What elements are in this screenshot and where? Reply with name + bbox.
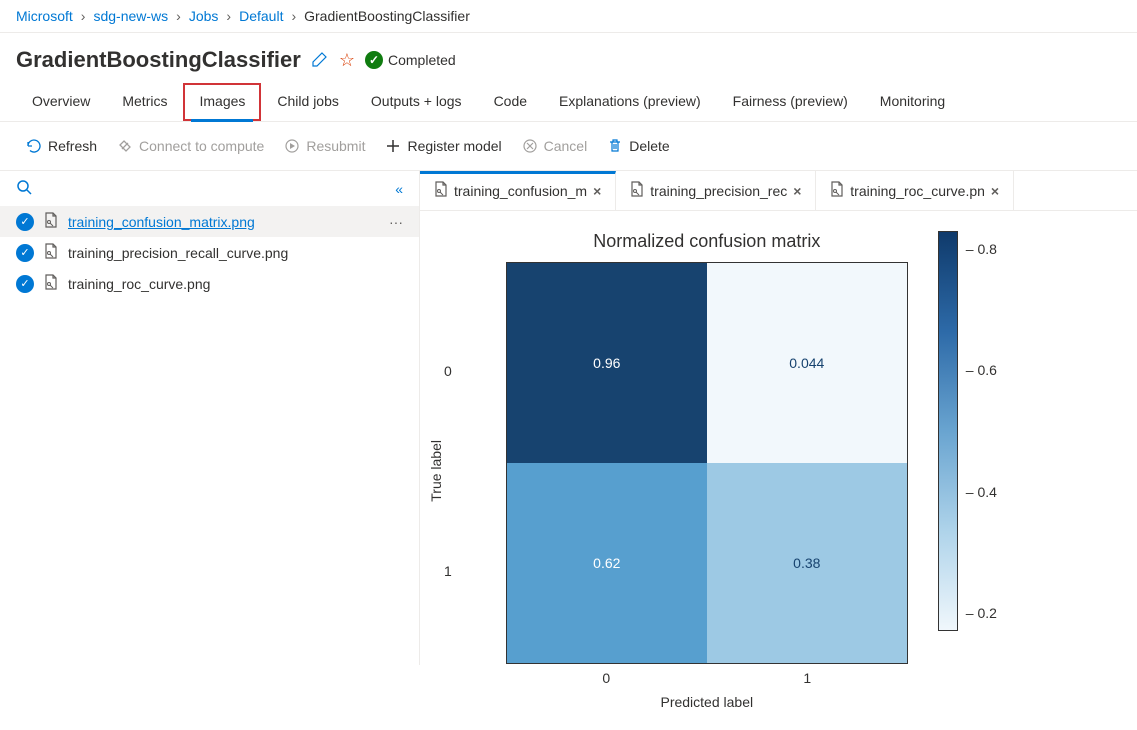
image-canvas: True label 0 1 Normalized confusion matr… [420,211,1137,730]
heatmap-cell: 0.044 [707,263,907,463]
file-tab[interactable]: training_confusion_m × [420,171,616,210]
file-name: training_confusion_matrix.png [68,214,255,230]
y-axis-ticks: 0 1 [444,271,460,671]
file-tab[interactable]: training_precision_rec × [616,171,816,210]
breadcrumb-link[interactable]: Jobs [189,8,219,24]
edit-icon[interactable] [311,50,329,71]
file-side-panel: « ✓ training_confusion_matrix.png ··· ✓ trai… [0,171,420,665]
tab-code[interactable]: Code [478,83,543,121]
file-list: ✓ training_confusion_matrix.png ··· ✓ traini… [0,206,419,299]
heatmap-cell: 0.38 [707,463,907,663]
heatmap-cell: 0.62 [507,463,707,663]
content-area: « ✓ training_confusion_matrix.png ··· ✓ trai… [0,171,1137,665]
action-toolbar: Refresh Connect to compute Resubmit Regi… [0,122,1137,171]
chevron-right-icon: › [226,8,231,24]
refresh-label: Refresh [48,138,97,154]
tab-metrics[interactable]: Metrics [106,83,183,121]
refresh-button[interactable]: Refresh [16,132,107,160]
delete-button[interactable]: Delete [597,132,679,160]
breadcrumb-link[interactable]: Microsoft [16,8,73,24]
tab-explanations-preview-[interactable]: Explanations (preview) [543,83,717,121]
search-icon[interactable] [16,179,32,198]
status-badge: ✓ Completed [365,51,456,69]
tab-child-jobs[interactable]: Child jobs [261,83,354,121]
chevron-right-icon: › [176,8,181,24]
colorbar-gradient [938,231,958,631]
cbar-tick: 0.6 [966,362,997,378]
tab-fairness-preview-[interactable]: Fairness (preview) [717,83,864,121]
chevron-right-icon: › [81,8,86,24]
register-model-button[interactable]: Register model [375,132,511,160]
colorbar: 0.8 0.6 0.4 0.2 [938,231,997,710]
file-row[interactable]: ✓ training_precision_recall_curve.png [0,237,419,268]
check-icon: ✓ [365,51,383,69]
x-axis-ticks: 0 1 [506,670,908,686]
tab-monitoring[interactable]: Monitoring [864,83,961,121]
file-tab[interactable]: training_roc_curve.pn × [816,171,1014,210]
x-axis-label: Predicted label [506,694,908,710]
favorite-icon[interactable]: ☆ [339,50,355,71]
image-file-icon [44,212,58,231]
image-file-icon [830,181,844,200]
file-tab-label: training_confusion_m [454,183,587,199]
check-icon: ✓ [16,244,34,262]
page-header: GradientBoostingClassifier ☆ ✓ Completed [0,33,1137,77]
cbar-tick: 0.2 [966,605,997,621]
more-icon[interactable]: ··· [389,214,403,230]
file-tab-label: training_roc_curve.pn [850,183,985,199]
x-tick: 1 [803,670,811,686]
close-icon[interactable]: × [991,183,999,199]
file-name: training_precision_recall_curve.png [68,245,288,261]
register-label: Register model [407,138,501,154]
chart-title: Normalized confusion matrix [506,231,908,252]
main-panel: training_confusion_m×training_precision_… [420,171,1137,665]
file-tabs: training_confusion_m×training_precision_… [420,171,1137,211]
confusion-matrix-chart: True label 0 1 Normalized confusion matr… [428,231,997,710]
tab-outputs-logs[interactable]: Outputs + logs [355,83,478,121]
chevron-right-icon: › [291,8,296,24]
file-row[interactable]: ✓ training_roc_curve.png [0,268,419,299]
y-axis-label: True label [428,440,444,502]
y-axis: True label 0 1 [428,231,476,710]
image-file-icon [434,181,448,200]
close-icon[interactable]: × [593,183,601,199]
collapse-panel-icon[interactable]: « [395,181,403,197]
file-tab-label: training_precision_rec [650,183,787,199]
cbar-tick: 0.8 [966,241,997,257]
connect-label: Connect to compute [139,138,264,154]
check-icon: ✓ [16,275,34,293]
image-file-icon [630,181,644,200]
resubmit-label: Resubmit [306,138,365,154]
cancel-label: Cancel [544,138,588,154]
connect-compute-button[interactable]: Connect to compute [107,132,274,160]
cbar-tick: 0.4 [966,484,997,500]
image-file-icon [44,243,58,262]
file-row[interactable]: ✓ training_confusion_matrix.png ··· [0,206,419,237]
breadcrumb-current: GradientBoostingClassifier [304,8,470,24]
cancel-button[interactable]: Cancel [512,132,598,160]
status-text: Completed [388,52,456,68]
breadcrumb-link[interactable]: sdg-new-ws [93,8,168,24]
tab-images[interactable]: Images [183,83,261,121]
y-tick: 1 [444,563,452,579]
heatmap-cell: 0.96 [507,263,707,463]
nav-tabs: OverviewMetricsImagesChild jobsOutputs +… [0,77,1137,122]
tab-overview[interactable]: Overview [16,83,106,121]
heatmap: Normalized confusion matrix 0.960.0440.6… [506,231,908,710]
page-title: GradientBoostingClassifier [16,47,301,73]
close-icon[interactable]: × [793,183,801,199]
resubmit-button[interactable]: Resubmit [274,132,375,160]
file-name: training_roc_curve.png [68,276,210,292]
breadcrumb-link[interactable]: Default [239,8,283,24]
image-file-icon [44,274,58,293]
heatmap-grid: 0.960.0440.620.38 [506,262,908,664]
delete-label: Delete [629,138,669,154]
colorbar-ticks: 0.8 0.6 0.4 0.2 [966,231,997,631]
check-icon: ✓ [16,213,34,231]
x-tick: 0 [602,670,610,686]
breadcrumb: Microsoft › sdg-new-ws › Jobs › Default › Gr… [0,0,1137,33]
y-tick: 0 [444,363,452,379]
